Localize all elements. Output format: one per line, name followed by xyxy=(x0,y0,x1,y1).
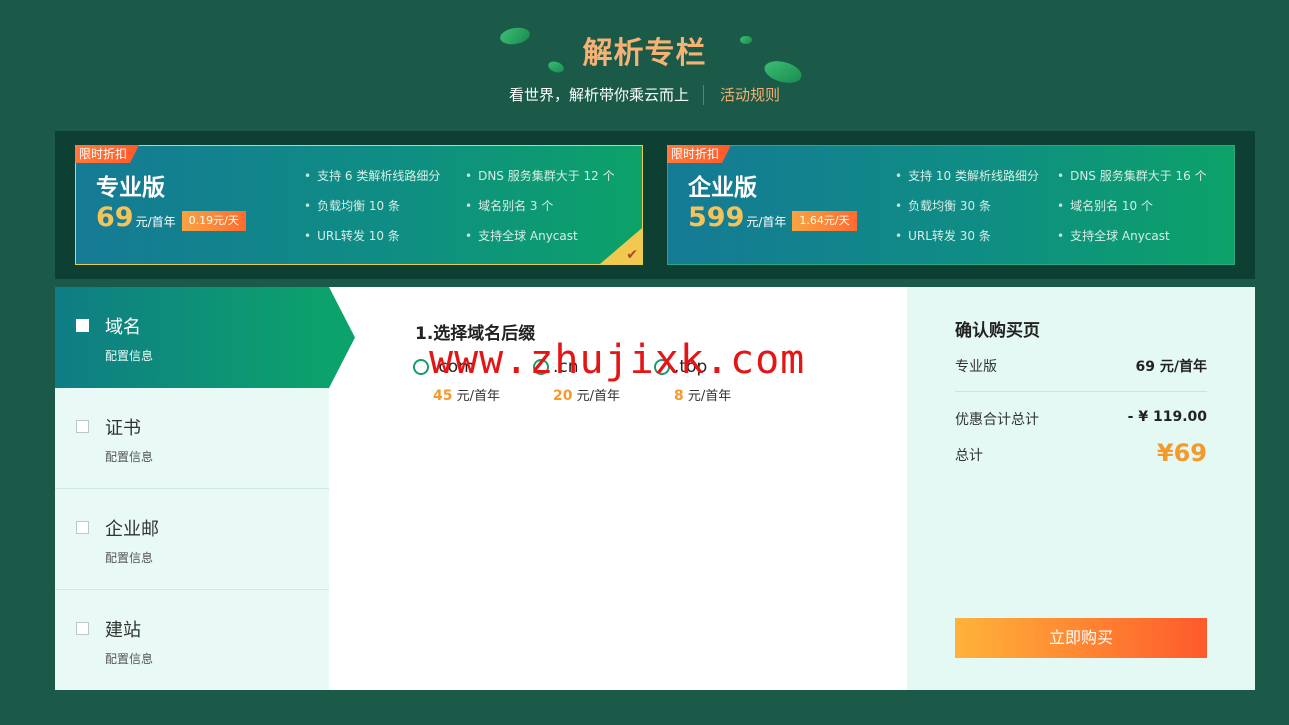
page-title: 解析专栏 xyxy=(582,36,707,71)
sidebar-item-website[interactable]: 建站 配置信息 xyxy=(55,590,329,691)
suffix-price-unit: 元/首年 xyxy=(576,389,621,404)
suffix-price-unit: 元/首年 xyxy=(456,389,501,404)
summary-plan-price: 69 元/首年 xyxy=(1135,359,1207,375)
discount-tag: 限时折扣 xyxy=(75,145,140,163)
suffix-label: .top xyxy=(674,357,708,377)
checkbox-icon[interactable] xyxy=(76,319,89,332)
step-title: 1.选择域名后缀 xyxy=(415,324,536,344)
checkbox-icon[interactable] xyxy=(76,521,89,534)
plan-price-value: 69 xyxy=(96,202,134,233)
plan-feature: 支持 10 类解析线路细分 xyxy=(895,167,1039,184)
activity-rules-link[interactable]: 活动规则 xyxy=(704,84,780,105)
sidebar-item-label: 证书 xyxy=(105,418,141,439)
checkmark-icon: ✔ xyxy=(626,247,638,263)
summary-plan-label: 专业版 xyxy=(955,359,997,375)
suffix-label: .cn xyxy=(553,357,579,377)
plan-price-value: 599 xyxy=(688,202,745,233)
summary-title: 确认购买页 xyxy=(955,321,1040,341)
checkbox-icon[interactable] xyxy=(76,622,89,635)
plan-price: 69 元/首年 0.19元/天 xyxy=(96,202,246,233)
plan-price-unit: 元/首年 xyxy=(746,215,787,229)
config-panel: 1.选择域名后缀 .com 45 元/首年 .cn 20 元/首年 .top 8… xyxy=(329,287,907,690)
plan-feature: 支持全球 Anycast xyxy=(465,227,578,244)
sidebar-item-info: 配置信息 xyxy=(105,450,154,464)
plan-price: 599 元/首年 1.64元/天 xyxy=(688,202,857,233)
plan-feature: 支持全球 Anycast xyxy=(1057,227,1170,244)
plan-feature: 支持 6 类解析线路细分 xyxy=(304,167,440,184)
sidebar-item-label: 企业邮 xyxy=(105,519,159,540)
plan-name: 企业版 xyxy=(688,175,757,201)
plan-feature: 域名别名 10 个 xyxy=(1057,197,1153,214)
header-subline: 看世界，解析带你乘云而上 活动规则 xyxy=(0,84,1289,105)
plans-band: 限时折扣 专业版 69 元/首年 0.19元/天 支持 6 类解析线路细分 DN… xyxy=(55,131,1255,279)
plan-feature: URL转发 30 条 xyxy=(895,227,991,244)
radio-icon[interactable] xyxy=(533,359,549,375)
plan-feature: DNS 服务集群大于 16 个 xyxy=(1057,167,1207,184)
buy-now-button[interactable]: 立即购买 xyxy=(955,618,1207,658)
suffix-price: 20 元/首年 xyxy=(553,385,620,404)
header-slogan: 看世界，解析带你乘云而上 xyxy=(508,86,689,104)
sidebar-item-info: 配置信息 xyxy=(105,349,154,363)
main-panel: 域名 配置信息 证书 配置信息 企业邮 配置信息 建站 配置信息 1.选择域名后… xyxy=(55,287,1255,690)
plan-feature: 负载均衡 30 条 xyxy=(895,197,991,214)
plan-daily-badge: 0.19元/天 xyxy=(181,210,246,231)
summary-discount-value: - ¥ 119.00 xyxy=(1127,409,1207,425)
sidebar-item-enterprise-mail[interactable]: 企业邮 配置信息 xyxy=(55,489,329,590)
summary-total-label: 总计 xyxy=(955,448,983,464)
plan-card-pro[interactable]: 限时折扣 专业版 69 元/首年 0.19元/天 支持 6 类解析线路细分 DN… xyxy=(75,145,643,265)
plan-card-enterprise[interactable]: 限时折扣 企业版 599 元/首年 1.64元/天 支持 10 类解析线路细分 … xyxy=(667,145,1235,265)
suffix-label: .com xyxy=(433,357,475,377)
checkbox-icon[interactable] xyxy=(76,420,89,433)
order-summary: 确认购买页 专业版 69 元/首年 优惠合计总计 - ¥ 119.00 总计 ¥… xyxy=(907,287,1255,690)
plan-feature: DNS 服务集群大于 12 个 xyxy=(465,167,615,184)
summary-discount-label: 优惠合计总计 xyxy=(955,412,1039,428)
radio-icon[interactable] xyxy=(413,359,429,375)
page-header: 解析专栏 看世界，解析带你乘云而上 活动规则 xyxy=(0,0,1289,130)
suffix-price: 45 元/首年 xyxy=(433,385,500,404)
plan-feature: 域名别名 3 个 xyxy=(465,197,553,214)
discount-tag: 限时折扣 xyxy=(667,145,732,163)
suffix-price: 8 元/首年 xyxy=(674,385,731,404)
sidebar-item-certificate[interactable]: 证书 配置信息 xyxy=(55,388,329,489)
plan-name: 专业版 xyxy=(96,175,165,201)
sidebar-item-domain[interactable]: 域名 配置信息 xyxy=(55,287,329,388)
summary-divider xyxy=(955,391,1207,392)
suffix-price-unit: 元/首年 xyxy=(687,389,732,404)
sidebar-item-label: 域名 xyxy=(105,317,141,338)
plan-daily-badge: 1.64元/天 xyxy=(792,210,857,231)
suffix-price-value: 45 xyxy=(433,388,453,404)
selected-corner: ✔ xyxy=(600,228,642,264)
plan-feature: URL转发 10 条 xyxy=(304,227,400,244)
radio-icon[interactable] xyxy=(654,359,670,375)
suffix-price-value: 20 xyxy=(553,388,573,404)
sidebar-item-info: 配置信息 xyxy=(105,551,154,565)
sidebar-item-info: 配置信息 xyxy=(105,652,154,666)
plan-price-unit: 元/首年 xyxy=(135,215,176,229)
summary-total-value: ¥69 xyxy=(1156,439,1207,467)
suffix-price-value: 8 xyxy=(674,388,684,404)
sidebar-item-label: 建站 xyxy=(105,620,141,641)
plan-feature: 负载均衡 10 条 xyxy=(304,197,400,214)
sidebar: 域名 配置信息 证书 配置信息 企业邮 配置信息 建站 配置信息 xyxy=(55,287,329,690)
